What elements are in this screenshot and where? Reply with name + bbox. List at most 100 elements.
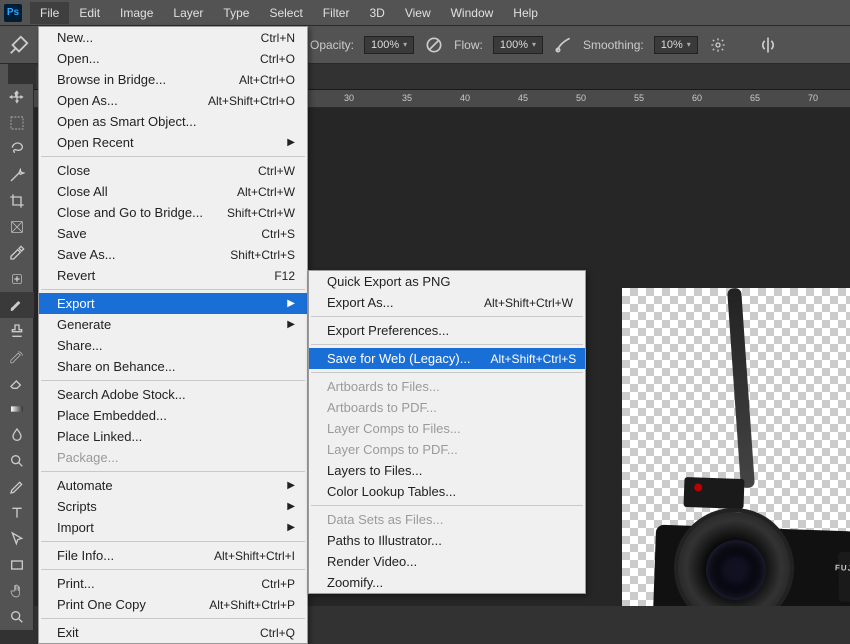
shortcut: Alt+Ctrl+O: [239, 73, 295, 87]
file-share[interactable]: Share...: [39, 335, 307, 356]
smoothing-label: Smoothing:: [583, 38, 644, 52]
brush-preview-icon[interactable]: [8, 34, 30, 56]
file-import[interactable]: Import▶: [39, 517, 307, 538]
shortcut: Alt+Shift+Ctrl+I: [214, 549, 295, 563]
file-print-one-copy[interactable]: Print One CopyAlt+Shift+Ctrl+P: [39, 594, 307, 615]
tool-wand[interactable]: [0, 162, 34, 188]
menu-label: Print...: [57, 576, 241, 591]
menu-select[interactable]: Select: [259, 2, 312, 24]
panel-handle[interactable]: [0, 64, 8, 84]
export-save-for-web-legacy[interactable]: Save for Web (Legacy)...Alt+Shift+Ctrl+S: [309, 348, 585, 369]
tool-gradient[interactable]: [0, 396, 34, 422]
ruler-tick: 30: [344, 93, 354, 103]
file-share-on-behance[interactable]: Share on Behance...: [39, 356, 307, 377]
file-export[interactable]: Export▶: [39, 293, 307, 314]
file-revert[interactable]: RevertF12: [39, 265, 307, 286]
file-open-as-smart-object[interactable]: Open as Smart Object...: [39, 111, 307, 132]
file-browse-in-bridge[interactable]: Browse in Bridge...Alt+Ctrl+O: [39, 69, 307, 90]
file-search-adobe-stock[interactable]: Search Adobe Stock...: [39, 384, 307, 405]
file-save[interactable]: SaveCtrl+S: [39, 223, 307, 244]
shortcut: Ctrl+W: [258, 164, 295, 178]
tool-healing[interactable]: [0, 266, 34, 292]
separator: [41, 618, 305, 619]
file-close-and-go-to-bridge[interactable]: Close and Go to Bridge...Shift+Ctrl+W: [39, 202, 307, 223]
file-exit[interactable]: ExitCtrl+Q: [39, 622, 307, 643]
menu-type[interactable]: Type: [213, 2, 259, 24]
tool-blur[interactable]: [0, 422, 34, 448]
export-export-as[interactable]: Export As...Alt+Shift+Ctrl+W: [309, 292, 585, 313]
file-file-info[interactable]: File Info...Alt+Shift+Ctrl+I: [39, 545, 307, 566]
tool-stamp[interactable]: [0, 318, 34, 344]
file-close[interactable]: Close Ctrl+W: [39, 160, 307, 181]
menu-3d[interactable]: 3D: [359, 2, 394, 24]
menu-label: Export As...: [327, 295, 464, 310]
tool-history-brush[interactable]: [0, 344, 34, 370]
export-export-preferences[interactable]: Export Preferences...: [309, 320, 585, 341]
menu-label: Share...: [57, 338, 295, 353]
export-layers-to-files[interactable]: Layers to Files...: [309, 460, 585, 481]
tool-type[interactable]: [0, 500, 34, 526]
file-place-linked[interactable]: Place Linked...: [39, 426, 307, 447]
menu-label: Artboards to PDF...: [327, 400, 573, 415]
flow-field[interactable]: 100%▾: [493, 36, 543, 54]
separator: [41, 380, 305, 381]
menu-label: Print One Copy: [57, 597, 189, 612]
tool-eyedropper[interactable]: [0, 240, 34, 266]
file-open-as[interactable]: Open As...Alt+Shift+Ctrl+O: [39, 90, 307, 111]
file-open[interactable]: Open...Ctrl+O: [39, 48, 307, 69]
export-paths-to-illustrator[interactable]: Paths to Illustrator...: [309, 530, 585, 551]
menu-edit[interactable]: Edit: [69, 2, 110, 24]
menu-view[interactable]: View: [395, 2, 441, 24]
tool-marquee[interactable]: [0, 110, 34, 136]
tool-pen[interactable]: [0, 474, 34, 500]
file-close-all[interactable]: Close AllAlt+Ctrl+W: [39, 181, 307, 202]
menu-label: Close: [57, 163, 238, 178]
menu-label: Close and Go to Bridge...: [57, 205, 207, 220]
tool-frame[interactable]: [0, 214, 34, 240]
menu-label: Close All: [57, 184, 217, 199]
export-quick-export-as-png[interactable]: Quick Export as PNG: [309, 271, 585, 292]
tool-rectangle[interactable]: [0, 552, 34, 578]
tool-move[interactable]: [0, 84, 34, 110]
shortcut: Ctrl+Q: [260, 626, 295, 640]
menu-image[interactable]: Image: [110, 2, 163, 24]
file-scripts[interactable]: Scripts▶: [39, 496, 307, 517]
menu-window[interactable]: Window: [441, 2, 504, 24]
file-place-embedded[interactable]: Place Embedded...: [39, 405, 307, 426]
pressure-opacity-icon[interactable]: [424, 35, 444, 55]
menu-help[interactable]: Help: [503, 2, 548, 24]
menu-label: Search Adobe Stock...: [57, 387, 295, 402]
tool-crop[interactable]: [0, 188, 34, 214]
export-color-lookup-tables[interactable]: Color Lookup Tables...: [309, 481, 585, 502]
menu-label: Revert: [57, 268, 254, 283]
menu-layer[interactable]: Layer: [163, 2, 213, 24]
tool-brush[interactable]: [0, 292, 34, 318]
menu-label: Paths to Illustrator...: [327, 533, 573, 548]
file-generate[interactable]: Generate▶: [39, 314, 307, 335]
tool-zoom[interactable]: [0, 604, 34, 630]
export-zoomify[interactable]: Zoomify...: [309, 572, 585, 593]
tool-path-select[interactable]: [0, 526, 34, 552]
tool-hand[interactable]: [0, 578, 34, 604]
tool-eraser[interactable]: [0, 370, 34, 396]
gear-icon[interactable]: [708, 35, 728, 55]
smoothing-field[interactable]: 10%▾: [654, 36, 698, 54]
tool-lasso[interactable]: [0, 136, 34, 162]
airbrush-icon[interactable]: [553, 35, 573, 55]
flow-label: Flow:: [454, 38, 483, 52]
file-print[interactable]: Print...Ctrl+P: [39, 573, 307, 594]
symmetry-icon[interactable]: [758, 35, 778, 55]
ruler-tick: 45: [518, 93, 528, 103]
file-open-recent[interactable]: Open Recent▶: [39, 132, 307, 153]
file-save-as[interactable]: Save As...Shift+Ctrl+S: [39, 244, 307, 265]
export-render-video[interactable]: Render Video...: [309, 551, 585, 572]
menu-file[interactable]: File: [30, 2, 69, 24]
file-new[interactable]: New...Ctrl+N: [39, 27, 307, 48]
menu-filter[interactable]: Filter: [313, 2, 360, 24]
opacity-field[interactable]: 100%▾: [364, 36, 414, 54]
separator: [41, 471, 305, 472]
shortcut: Ctrl+S: [261, 227, 295, 241]
menu-label: New...: [57, 30, 241, 45]
tool-dodge[interactable]: [0, 448, 34, 474]
file-automate[interactable]: Automate▶: [39, 475, 307, 496]
